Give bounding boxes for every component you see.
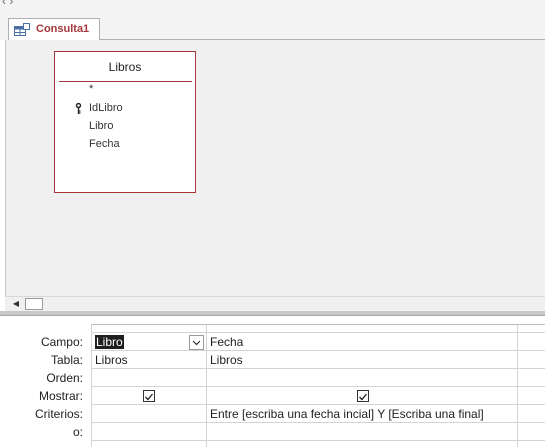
grid-cell-tabla-1[interactable]: Libros [95, 353, 128, 367]
primary-key-icon [75, 102, 82, 118]
field-dropdown-button[interactable] [189, 335, 204, 350]
field-all[interactable]: * [89, 83, 93, 95]
table-title-divider [59, 81, 192, 82]
selected-field-text[interactable]: Libro [95, 335, 124, 349]
row-label-mostrar: Mostrar: [38, 389, 83, 403]
show-checkbox-1[interactable] [143, 390, 155, 402]
field-fecha[interactable]: Fecha [89, 138, 120, 150]
show-checkbox-2[interactable] [357, 390, 369, 402]
grid-cell-tabla-2[interactable]: Libros [210, 353, 243, 367]
field-libro[interactable]: Libro [89, 120, 113, 132]
document-tab-bar: Consulta1 [0, 16, 545, 40]
table-title[interactable]: Libros [55, 60, 195, 74]
grid-cell-criterios-1[interactable] [95, 407, 203, 421]
horizontal-scrollbar[interactable]: ◀ [5, 296, 545, 312]
grid-cell-orden-2[interactable] [210, 371, 510, 385]
top-strip: ‹ › [0, 0, 545, 16]
field-idlibro[interactable]: IdLibro [89, 102, 123, 114]
grid-cell-criterios-2[interactable]: Entre [escriba una fecha incial] Y [Escr… [210, 407, 484, 421]
chevron-down-icon [192, 340, 201, 346]
row-label-o: o: [72, 425, 83, 439]
query-design-grid: Campo: Tabla: Orden: Mostrar: Criterios:… [0, 316, 545, 447]
query-design-icon [14, 23, 30, 40]
grid-cell-campo-1[interactable]: Libro [95, 335, 124, 349]
scroll-thumb[interactable] [25, 298, 43, 310]
query-design-pane[interactable]: Libros * IdLibro Libro Fecha [5, 40, 545, 296]
checkmark-icon [359, 393, 368, 401]
nav-back-icon[interactable]: ‹ › [2, 0, 13, 8]
grid-cell-campo-2[interactable]: Fecha [210, 335, 243, 349]
grid-cell-orden-1[interactable] [95, 371, 203, 385]
scroll-left-icon[interactable]: ◀ [9, 298, 23, 310]
row-label-orden: Orden: [46, 371, 83, 385]
tab-label: Consulta1 [36, 23, 90, 35]
row-label-campo: Campo: [40, 335, 83, 349]
checkmark-icon [145, 393, 154, 401]
row-label-criterios: Criterios: [34, 407, 83, 421]
tab-consulta1[interactable]: Consulta1 [8, 18, 100, 40]
table-field-list-libros[interactable]: Libros * IdLibro Libro Fecha [54, 51, 196, 193]
row-label-tabla: Tabla: [50, 353, 83, 367]
